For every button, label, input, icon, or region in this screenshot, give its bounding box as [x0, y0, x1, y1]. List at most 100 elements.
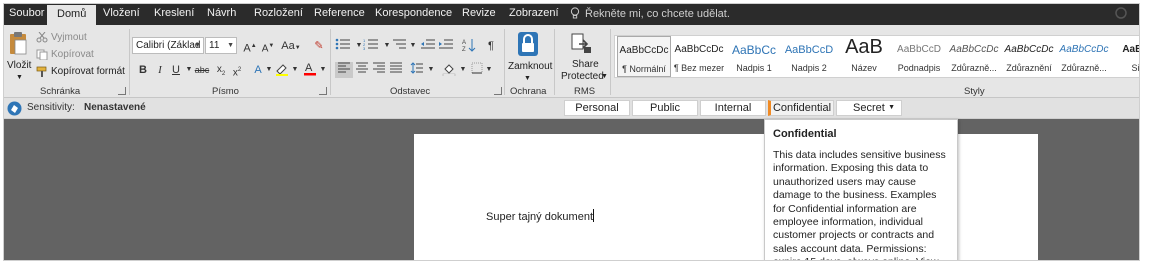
increase-indent-icon[interactable] — [437, 38, 455, 54]
style-name: Siln — [1131, 63, 1140, 73]
document-body-text[interactable]: Super tajný dokument — [486, 209, 595, 223]
group-divider — [129, 29, 130, 95]
chevron-down-icon: ▼ — [194, 42, 201, 49]
style-name: ¶ Normální — [622, 64, 666, 74]
tab-references[interactable]: Reference — [314, 4, 365, 25]
align-right-icon[interactable] — [370, 62, 388, 78]
tab-file[interactable]: Soubor — [9, 4, 44, 25]
group-divider — [610, 29, 611, 95]
sensitivity-public-button[interactable]: Public — [632, 100, 698, 116]
group-divider — [504, 29, 505, 95]
tab-view[interactable]: Zobrazení — [509, 4, 559, 25]
style-name: Podnadpis — [897, 63, 941, 73]
shrink-font-icon[interactable]: A▼ — [259, 38, 277, 54]
font-launcher-icon[interactable] — [319, 87, 327, 95]
tooltip-title: Confidential — [773, 128, 837, 140]
paragraph-group-label: Odstavec — [390, 86, 431, 97]
clear-formatting-icon[interactable]: ✎ — [310, 38, 328, 54]
share-button-line1[interactable]: Share — [572, 59, 599, 71]
font-size-value: 11 — [209, 40, 220, 51]
share-protected-icon[interactable] — [570, 32, 592, 54]
sensitivity-internal-button[interactable]: Internal — [700, 100, 766, 116]
tab-mailings[interactable]: Korespondence — [375, 4, 452, 25]
copy-button[interactable]: Kopírovat — [51, 49, 94, 61]
show-formatting-marks-icon[interactable]: ¶ — [482, 38, 500, 54]
chevron-down-icon[interactable]: ▼ — [480, 62, 498, 78]
font-name-select[interactable]: Calibri (Základ ▼ — [132, 37, 204, 54]
paste-dropdown-icon[interactable]: ▼ — [16, 72, 23, 84]
sensitivity-personal-button[interactable]: Personal — [564, 100, 630, 116]
tell-me-box[interactable]: Řekněte mi, co chcete udělat. — [570, 6, 730, 23]
ribbon-home: Vložit ▼ Vyjmout Kopírovat Kopírovat for… — [4, 25, 1139, 98]
word-window: Soubor Domů Vložení Kreslení Návrh Rozlo… — [3, 3, 1140, 261]
sort-icon[interactable]: AZ — [460, 38, 478, 54]
bold-icon[interactable]: B — [134, 62, 152, 78]
style-preview: AaBbCcDc — [619, 45, 669, 56]
tab-insert[interactable]: Vložení — [103, 4, 140, 25]
superscript-icon[interactable]: x2 — [228, 62, 246, 78]
font-size-select[interactable]: 11 ▼ — [205, 37, 237, 54]
chevron-down-icon[interactable]: ▼ — [524, 73, 531, 85]
svg-text:Z: Z — [462, 47, 466, 52]
chevron-down-icon[interactable]: ▼ — [422, 62, 440, 78]
paragraph-launcher-icon[interactable] — [494, 87, 502, 95]
tab-design[interactable]: Návrh — [207, 4, 236, 25]
scissors-icon — [36, 32, 48, 43]
style-preview: AaB — [845, 36, 883, 58]
sensitivity-confidential-button[interactable]: Confidential — [768, 100, 834, 116]
align-center-icon[interactable] — [353, 62, 371, 78]
lock-button[interactable]: Zamknout — [508, 61, 552, 73]
style-strong[interactable]: AaBbC Siln — [1112, 36, 1140, 77]
style-name: ¶ Bez mezer — [673, 63, 725, 73]
sensitivity-bar: Sensitivity: Nenastavené Personal Public… — [4, 98, 1139, 119]
align-left-icon[interactable] — [335, 62, 353, 78]
style-name: Název — [851, 63, 877, 73]
style-name: Zdůrazně... — [1061, 63, 1107, 73]
style-no-spacing[interactable]: AaBbCcDc ¶ Bez mezer — [672, 36, 726, 77]
style-title[interactable]: AaB Název — [837, 36, 891, 77]
style-emphasis[interactable]: AaBbCcDc Zdůraznění — [1002, 36, 1056, 77]
decrease-indent-icon[interactable] — [419, 38, 437, 54]
style-preview: AaBbCcDc — [949, 44, 999, 55]
style-preview: AaBbCcDc — [1004, 44, 1054, 55]
styles-group-label: Styly — [964, 86, 985, 97]
ribbon-tab-bar: Soubor Domů Vložení Kreslení Návrh Rozlo… — [4, 4, 1139, 25]
style-subtle-emphasis[interactable]: AaBbCcDc Zdůrazně... — [947, 36, 1001, 77]
lock-icon[interactable] — [517, 31, 539, 57]
tab-review[interactable]: Revize — [462, 4, 496, 25]
tab-home[interactable]: Domů — [47, 5, 97, 25]
share-protected-button[interactable]: Protected — [561, 71, 604, 83]
grow-font-icon[interactable]: A▲ — [241, 38, 259, 55]
clipboard-launcher-icon[interactable] — [118, 87, 126, 95]
tab-draw[interactable]: Kreslení — [154, 4, 194, 25]
font-name-value: Calibri (Základ — [136, 40, 201, 51]
sensitivity-icon — [7, 101, 22, 116]
style-normal[interactable]: AaBbCcDc ¶ Normální — [617, 36, 671, 77]
cut-button[interactable]: Vyjmout — [51, 32, 87, 44]
tab-layout[interactable]: Rozložení — [254, 4, 303, 25]
style-name: Nadpis 1 — [736, 63, 772, 73]
paste-button[interactable]: Vložit — [7, 60, 31, 72]
style-name: Zdůrazně... — [951, 63, 997, 73]
svg-text:3: 3 — [363, 46, 366, 50]
strikethrough-icon[interactable]: abc — [193, 62, 211, 78]
format-painter-button[interactable]: Kopírovat formát — [51, 66, 125, 78]
tooltip-body: This data includes sensitive business in… — [773, 149, 946, 260]
font-group-label: Písmo — [212, 86, 239, 97]
justify-icon[interactable] — [387, 62, 405, 78]
style-intense-emphasis[interactable]: AaBbCcDc Zdůrazně... — [1057, 36, 1111, 77]
confidential-tooltip: Confidential This data includes sensitiv… — [764, 119, 958, 260]
change-case-icon[interactable]: Aa▼ — [280, 38, 302, 54]
paste-icon[interactable] — [9, 31, 27, 55]
style-preview: AaBbCcD — [897, 44, 941, 55]
style-heading-1[interactable]: AaBbCc Nadpis 1 — [727, 36, 781, 77]
account-icon[interactable] — [1109, 6, 1133, 22]
svg-text:A: A — [462, 40, 466, 46]
style-heading-2[interactable]: AaBbCcD Nadpis 2 — [782, 36, 836, 77]
style-preview: AaBbCcDc — [1059, 44, 1109, 55]
svg-text:A: A — [305, 62, 313, 74]
chevron-down-icon[interactable]: ▼ — [601, 71, 608, 83]
style-subtitle[interactable]: AaBbCcD Podnadpis — [892, 36, 946, 77]
document-text: Super tajný dokument — [486, 211, 594, 223]
sensitivity-secret-button[interactable]: Secret ▼ — [836, 100, 902, 116]
